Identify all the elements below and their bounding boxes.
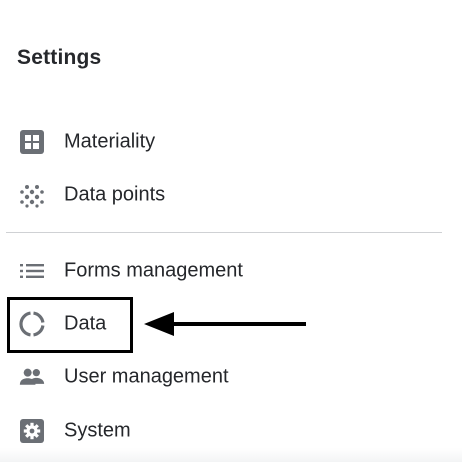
bottom-fade [0, 448, 462, 462]
sidebar-item-user-management[interactable]: User management [0, 357, 300, 397]
sidebar-title: Settings [17, 46, 102, 69]
people-icon [19, 364, 45, 390]
annotation-arrow [144, 312, 306, 336]
sidebar-item-forms-management[interactable]: Forms management [0, 251, 300, 291]
grid-square-icon [19, 129, 45, 155]
sidebar-item-label: User management [64, 365, 229, 388]
list-icon [19, 258, 45, 284]
sidebar-item-label: Forms management [64, 259, 243, 282]
sidebar-item-label: Materiality [64, 130, 156, 153]
dots-icon [19, 182, 45, 208]
highlight-box [7, 297, 133, 353]
sidebar-item-data-points[interactable]: Data points [0, 175, 300, 215]
sidebar-divider [6, 232, 442, 233]
gear-icon [19, 418, 45, 444]
sidebar-item-system[interactable]: System [0, 411, 300, 451]
sidebar-item-materiality[interactable]: Materiality [0, 122, 300, 162]
sidebar-item-label: System [64, 419, 131, 442]
sidebar-item-label: Data points [64, 183, 166, 206]
